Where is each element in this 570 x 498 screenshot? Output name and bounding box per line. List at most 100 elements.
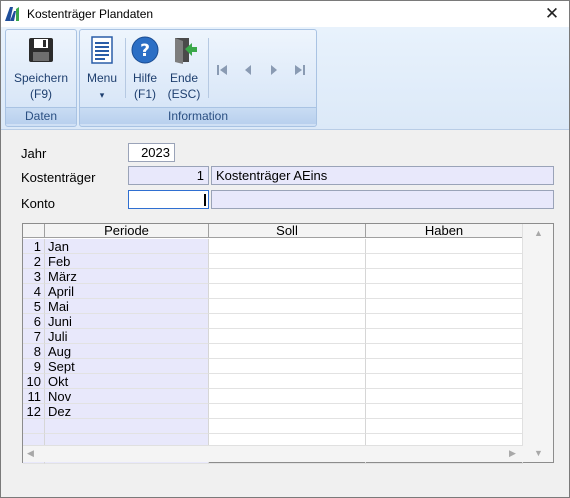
ribbon-group-daten: Speichern (F9) Daten bbox=[5, 29, 77, 127]
help-button[interactable]: ? Hilfe (F1) bbox=[128, 32, 162, 102]
table-row[interactable]: 6 Juni bbox=[23, 314, 523, 329]
haben-cell[interactable] bbox=[366, 269, 523, 284]
row-number: 7 bbox=[23, 329, 45, 344]
group-label-information: Information bbox=[80, 107, 316, 124]
table-row[interactable]: 11 Nov bbox=[23, 389, 523, 404]
soll-cell[interactable] bbox=[209, 329, 366, 344]
soll-cell[interactable] bbox=[209, 359, 366, 374]
soll-cell[interactable] bbox=[209, 269, 366, 284]
soll-cell[interactable] bbox=[209, 314, 366, 329]
period-cell: Sept bbox=[45, 359, 209, 374]
app-window: Kostenträger Plandaten ✕ Speichern (F9) … bbox=[0, 0, 570, 498]
table-row[interactable]: 3 März bbox=[23, 269, 523, 284]
period-cell: Okt bbox=[45, 374, 209, 389]
period-grid[interactable]: Periode Soll Haben 1 Jan 2 Feb 3 März 4 April 5 M… bbox=[22, 223, 554, 464]
scroll-up-icon[interactable]: ▲ bbox=[534, 228, 543, 238]
ribbon: Speichern (F9) Daten Menu ▾ ? Hilfe (F1)… bbox=[1, 27, 569, 130]
last-record-icon[interactable] bbox=[294, 64, 306, 76]
exit-button[interactable]: Ende (ESC) bbox=[164, 32, 204, 102]
row-number: 6 bbox=[23, 314, 45, 329]
haben-cell[interactable] bbox=[366, 344, 523, 359]
haben-cell[interactable] bbox=[366, 314, 523, 329]
app-logo-icon bbox=[5, 7, 19, 21]
help-label: Hilfe bbox=[132, 71, 157, 85]
cost-unit-label: Kostenträger bbox=[21, 170, 96, 185]
period-cell: Jan bbox=[45, 239, 209, 254]
period-cell: Juli bbox=[45, 329, 209, 344]
table-row[interactable]: 12 Dez bbox=[23, 404, 523, 419]
title-bar[interactable]: Kostenträger Plandaten ✕ bbox=[1, 1, 569, 27]
cost-unit-number-field[interactable]: 1 bbox=[128, 166, 209, 185]
table-row[interactable]: 8 Aug bbox=[23, 344, 523, 359]
haben-cell[interactable] bbox=[366, 404, 523, 419]
haben-cell[interactable] bbox=[366, 239, 523, 254]
row-number: 2 bbox=[23, 254, 45, 269]
floppy-disk-icon bbox=[29, 38, 53, 62]
soll-cell[interactable] bbox=[209, 344, 366, 359]
haben-cell[interactable] bbox=[366, 329, 523, 344]
table-row[interactable]: 2 Feb bbox=[23, 254, 523, 269]
save-button[interactable]: Speichern (F9) bbox=[8, 32, 74, 102]
row-number: 8 bbox=[23, 344, 45, 359]
ribbon-group-information: Menu ▾ ? Hilfe (F1) Ende (ESC) Informati… bbox=[79, 29, 317, 127]
next-record-icon[interactable] bbox=[268, 64, 280, 76]
column-header-haben[interactable]: Haben bbox=[366, 224, 523, 238]
soll-cell[interactable] bbox=[209, 299, 366, 314]
table-row[interactable] bbox=[23, 419, 523, 434]
haben-cell[interactable] bbox=[366, 419, 523, 434]
haben-cell[interactable] bbox=[366, 389, 523, 404]
horizontal-scrollbar[interactable]: ◀ ▶ bbox=[23, 445, 523, 462]
row-number: 5 bbox=[23, 299, 45, 314]
soll-cell[interactable] bbox=[209, 254, 366, 269]
table-row[interactable]: 4 April bbox=[23, 284, 523, 299]
svg-text:?: ? bbox=[140, 41, 150, 61]
period-cell: April bbox=[45, 284, 209, 299]
menu-button[interactable]: Menu ▾ bbox=[82, 32, 122, 103]
account-input[interactable] bbox=[128, 190, 209, 209]
table-row[interactable]: 1 Jan bbox=[23, 239, 523, 254]
close-button[interactable]: ✕ bbox=[541, 3, 563, 25]
row-number: 4 bbox=[23, 284, 45, 299]
menu-label: Menu bbox=[86, 71, 118, 85]
period-cell: Juni bbox=[45, 314, 209, 329]
column-header-periode[interactable]: Periode bbox=[45, 224, 209, 238]
soll-cell[interactable] bbox=[209, 419, 366, 434]
exit-label: Ende bbox=[169, 71, 199, 85]
vertical-scrollbar[interactable]: ▲ ▼ bbox=[522, 224, 553, 462]
previous-record-icon[interactable] bbox=[242, 64, 254, 76]
table-row[interactable]: 10 Okt bbox=[23, 374, 523, 389]
haben-cell[interactable] bbox=[366, 254, 523, 269]
ribbon-separator bbox=[208, 38, 209, 98]
table-row[interactable]: 9 Sept bbox=[23, 359, 523, 374]
row-number: 12 bbox=[23, 404, 45, 419]
haben-cell[interactable] bbox=[366, 299, 523, 314]
text-cursor bbox=[204, 194, 206, 206]
row-number: 9 bbox=[23, 359, 45, 374]
chevron-down-icon: ▾ bbox=[99, 90, 105, 100]
table-row[interactable]: 5 Mai bbox=[23, 299, 523, 314]
period-cell: März bbox=[45, 269, 209, 284]
soll-cell[interactable] bbox=[209, 389, 366, 404]
soll-cell[interactable] bbox=[209, 374, 366, 389]
soll-cell[interactable] bbox=[209, 404, 366, 419]
cost-unit-name-field: Kostenträger AEins bbox=[211, 166, 554, 185]
haben-cell[interactable] bbox=[366, 359, 523, 374]
column-header-soll[interactable]: Soll bbox=[209, 224, 366, 238]
period-cell: Aug bbox=[45, 344, 209, 359]
window-title: Kostenträger Plandaten bbox=[27, 7, 154, 21]
exit-shortcut: (ESC) bbox=[167, 87, 201, 101]
haben-cell[interactable] bbox=[366, 284, 523, 299]
row-number-header bbox=[23, 224, 45, 238]
soll-cell[interactable] bbox=[209, 284, 366, 299]
haben-cell[interactable] bbox=[366, 374, 523, 389]
soll-cell[interactable] bbox=[209, 239, 366, 254]
scroll-right-icon[interactable]: ▶ bbox=[509, 448, 516, 459]
scroll-down-icon[interactable]: ▼ bbox=[534, 448, 543, 458]
year-label: Jahr bbox=[21, 146, 47, 161]
year-input[interactable]: 2023 bbox=[128, 143, 175, 162]
scroll-left-icon[interactable]: ◀ bbox=[27, 448, 34, 459]
first-record-icon[interactable] bbox=[216, 64, 228, 76]
document-list-icon bbox=[91, 36, 113, 64]
table-row[interactable]: 7 Juli bbox=[23, 329, 523, 344]
help-circle-icon: ? bbox=[131, 36, 159, 64]
